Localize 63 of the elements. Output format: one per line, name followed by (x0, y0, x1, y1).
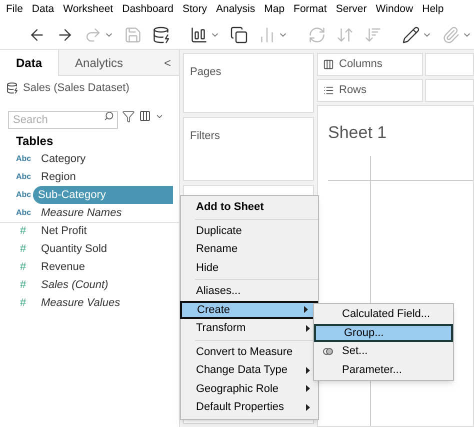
data-source-name[interactable]: Sales (Sales Dataset) (23, 80, 130, 96)
field-item[interactable]: Category (36, 150, 91, 168)
submenu-arrow-icon (306, 324, 310, 332)
tables-heading: Tables (15, 133, 54, 150)
submenu-arrow-icon (306, 404, 310, 411)
search-field[interactable]: Search (8, 111, 118, 129)
field-item[interactable]: Revenue (36, 258, 90, 276)
menu-item[interactable]: Window (376, 2, 414, 18)
sheet-title: Sheet 1 (328, 122, 388, 144)
menu-entry[interactable]: Geographic Role (195, 380, 318, 398)
panel-tab[interactable]: Analytics (58, 50, 156, 76)
menu-item[interactable]: Format (294, 2, 327, 18)
columns-icon (323, 59, 334, 70)
field-type-icon: Abc (16, 153, 36, 165)
filters-label: Filters (190, 130, 220, 142)
set-icon (323, 346, 333, 356)
field-type-icon: # (16, 258, 36, 276)
field-type-icon: Abc (16, 207, 36, 219)
field-item[interactable]: Quantity Sold (36, 240, 112, 258)
menu-entry[interactable]: Default Properties (195, 398, 318, 416)
menu-entry[interactable]: Create (180, 300, 318, 319)
pages-label: Pages (190, 66, 222, 78)
filter-icon[interactable] (122, 110, 135, 122)
field-item[interactable]: Sales (Count) (36, 276, 114, 294)
field-type-icon: # (16, 276, 36, 294)
menu-entry[interactable]: Aliases... (195, 282, 318, 300)
menu-entry[interactable]: Duplicate (195, 222, 318, 240)
field-type-icon: Abc (16, 189, 36, 201)
menu-entry[interactable]: Set... (314, 342, 453, 360)
menu-entry[interactable]: Hide (195, 258, 318, 277)
menu-item[interactable]: Dashboard (122, 2, 174, 18)
menu-item[interactable]: Map (264, 2, 285, 18)
submenu-arrow-icon (306, 366, 310, 374)
field-type-icon: Abc (16, 171, 36, 183)
field-item[interactable]: Region (36, 168, 81, 186)
columns-label: Columns (339, 57, 382, 72)
menu-entry[interactable]: Rename (195, 240, 318, 258)
menu-entry[interactable]: Add to Sheet (181, 198, 318, 216)
menu-item[interactable]: Help (422, 2, 444, 18)
view-icon[interactable] (139, 110, 151, 122)
rows-icon (323, 85, 334, 96)
data-source-icon (6, 82, 18, 94)
submenu-arrow-icon (306, 385, 310, 392)
field-item[interactable]: Net Profit (36, 222, 92, 241)
pen-icon[interactable] (402, 26, 420, 44)
paperclip-icon[interactable] (442, 26, 460, 44)
submenu-arrow-icon (304, 306, 308, 314)
search-icon[interactable] (104, 111, 114, 121)
field-type-icon: # (16, 240, 36, 258)
menu-item[interactable]: Story (182, 2, 207, 18)
field-item[interactable]: Measure Values (36, 294, 126, 312)
field-type-icon: # (16, 223, 36, 240)
collapse-button[interactable]: < (156, 50, 179, 76)
menu-item[interactable]: Data (32, 2, 54, 18)
menu-item[interactable]: Analysis (216, 2, 256, 18)
duplicate-icon[interactable] (230, 26, 248, 44)
menu-item[interactable]: File (6, 2, 23, 18)
rows-label: Rows (339, 83, 367, 98)
menu-item[interactable]: Worksheet (63, 2, 114, 18)
field-item[interactable]: Measure Names (36, 204, 127, 222)
menu-item[interactable]: Server (336, 2, 367, 18)
menu-entry[interactable]: Group... (314, 324, 453, 342)
field-type-icon: # (16, 294, 36, 312)
